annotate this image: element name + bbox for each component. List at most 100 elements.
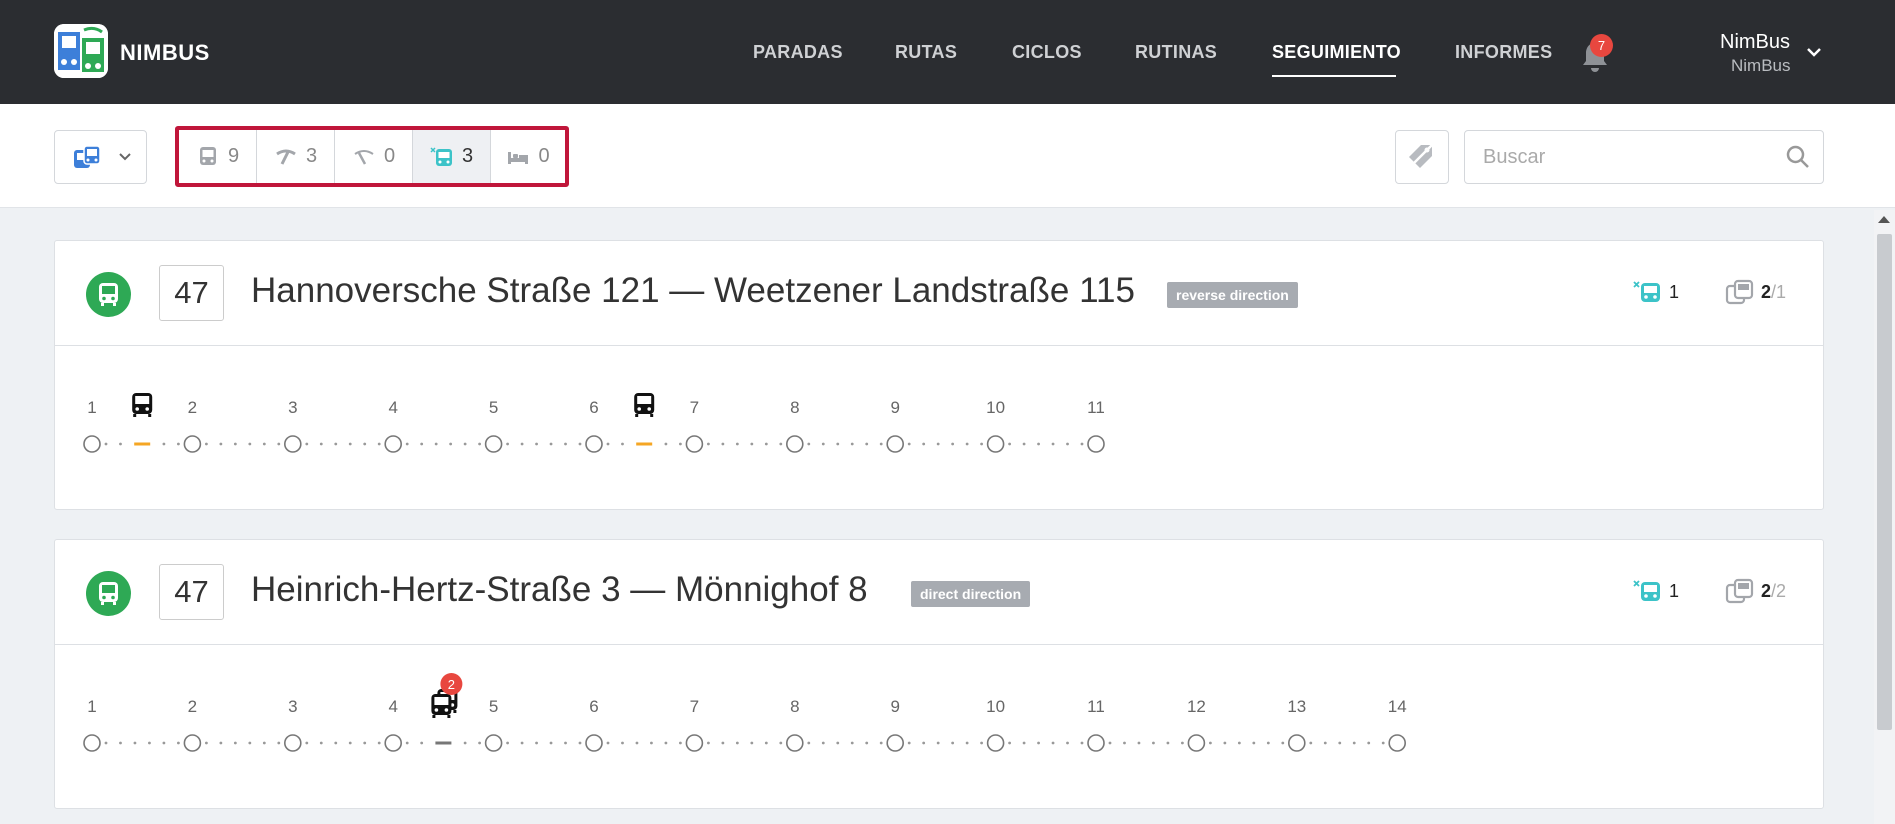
route-number[interactable]: 47 [159,564,224,620]
stop-connector [807,741,883,745]
stop-connector [606,741,682,745]
stop-label: 2 [188,398,197,417]
stop-label: 13 [1287,697,1306,716]
stop-marker[interactable] [886,435,905,453]
tag-filter-button[interactable] [1395,130,1449,184]
stop-connector [205,741,281,745]
stop-marker[interactable] [284,734,302,752]
scroll-up-arrow-icon[interactable] [1878,216,1890,223]
stops-timeline: 1 2 3 4 5 6 7 8 9 10 11 [83,393,1105,453]
stop-connector [506,442,582,446]
stop-marker[interactable] [484,435,503,453]
stop-marker[interactable] [484,734,503,752]
filter-all-buses[interactable]: 9 [179,130,257,183]
vehicle-group-bus-icon[interactable] [431,694,452,718]
stop-marker[interactable] [1087,435,1105,453]
stop-marker[interactable] [986,734,1005,752]
filter-signal-lost[interactable]: 0 [335,130,413,183]
stops-timeline: 1 2 3 4 5 6 7 8 9 10 11 12 13 142 [83,673,1407,752]
filter-signal[interactable]: 3 [257,130,335,183]
filter-signal-count: 3 [305,145,318,167]
route-type-bus-icon [86,571,131,616]
stop-connector [305,442,381,446]
stop-marker[interactable] [1388,734,1406,752]
stop-marker[interactable] [785,435,804,453]
vehicle-type-select[interactable] [54,130,147,184]
nav-informes[interactable]: INFORMES [1455,42,1552,63]
vehicle-position-marker [636,442,653,446]
stop-connector [305,741,381,745]
bus-pair-icon [1725,578,1754,604]
stop-label: 9 [890,398,899,417]
stop-connector [1008,741,1084,745]
stop-marker[interactable] [83,734,101,752]
user-menu-chevron-icon[interactable] [1806,46,1822,58]
filter-offline[interactable]: 3 [413,130,491,183]
stop-marker[interactable] [284,435,302,453]
stop-marker[interactable] [585,435,603,453]
stop-marker[interactable] [685,435,704,453]
scrollbar-thumb[interactable] [1877,234,1892,730]
stop-connector [104,741,180,745]
direction-badge: direct direction [911,581,1031,607]
stop-marker[interactable] [685,734,704,752]
stop-marker[interactable] [384,734,403,752]
route-card-header: 47 Hannoversche Straße 121 — Weetzener L… [55,241,1823,346]
route-number[interactable]: 47 [159,265,224,321]
offline-buses-stat[interactable]: 1 [1633,578,1679,604]
buses-stat[interactable]: 2/1 [1725,279,1786,305]
nav-rutinas[interactable]: RUTINAS [1135,42,1217,63]
stop-connector [405,442,481,446]
nimbus-logo[interactable] [54,24,108,78]
bus-icon [199,146,216,165]
stop-marker[interactable] [1187,734,1206,752]
bus-offline-icon [1633,580,1660,601]
vehicle-count-badge-text: 2 [448,677,455,692]
stop-label: 10 [986,697,1005,716]
filter-parked[interactable]: 0 [491,130,565,183]
status-filter-group: 9 3 0 3 0 [175,126,569,187]
search-icon[interactable] [1785,144,1811,170]
stop-marker[interactable] [886,734,905,752]
route-title[interactable]: Hannoversche Straße 121 — Weetzener Land… [251,271,1135,311]
stop-connector [506,741,582,745]
direction-badge: reverse direction [1167,282,1298,308]
filter-toolbar: 9 3 0 3 0 Buscar [0,104,1895,208]
stop-marker[interactable] [183,734,202,752]
vehicle-bus-icon[interactable] [634,393,655,417]
stop-label: 8 [790,398,799,417]
route-title[interactable]: Heinrich-Hertz-Straße 3 — Mönnighof 8 [251,570,868,610]
nav-rutas[interactable]: RUTAS [895,42,957,63]
signal-lost-icon [354,149,374,165]
offline-buses-stat[interactable]: 1 [1633,279,1679,305]
search-input[interactable] [1465,131,1765,183]
route-stops-track: 1 2 3 4 5 6 7 8 9 10 11 12 13 14 2 [55,646,1823,806]
buses-total-count: /1 [1771,281,1787,302]
stop-label: 11 [1087,398,1105,417]
user-name[interactable]: NimBus [1720,31,1790,54]
search-field [1464,130,1824,184]
stop-marker[interactable] [785,734,804,752]
buses-total-count: /2 [1771,580,1787,601]
stop-label: 12 [1187,697,1206,716]
buses-stat[interactable]: 2/2 [1725,578,1786,604]
route-card-header: 47 Heinrich-Hertz-Straße 3 — Mönnighof 8… [55,540,1823,645]
offline-buses-count: 1 [1669,281,1680,302]
stop-marker[interactable] [585,734,603,752]
stop-marker[interactable] [1288,734,1306,752]
vehicle-position-marker [435,741,452,745]
vehicle-bus-icon[interactable] [132,393,153,417]
route-stops-track: 1 2 3 4 5 6 7 8 9 10 11 [55,347,1823,507]
top-navbar: NIMBUS PARADAS RUTAS CICLOS RUTINAS SEGU… [0,0,1895,104]
stop-label: 4 [388,697,397,716]
stop-marker[interactable] [986,435,1005,453]
stop-label: 3 [288,697,297,716]
nav-seguimiento[interactable]: SEGUIMIENTO [1272,42,1401,63]
stop-marker[interactable] [1087,734,1105,752]
stop-marker[interactable] [183,435,202,453]
nav-paradas[interactable]: PARADAS [753,42,843,63]
stop-marker[interactable] [83,435,101,453]
nav-ciclos[interactable]: CICLOS [1012,42,1082,63]
stop-marker[interactable] [384,435,403,453]
stop-label: 6 [589,697,598,716]
